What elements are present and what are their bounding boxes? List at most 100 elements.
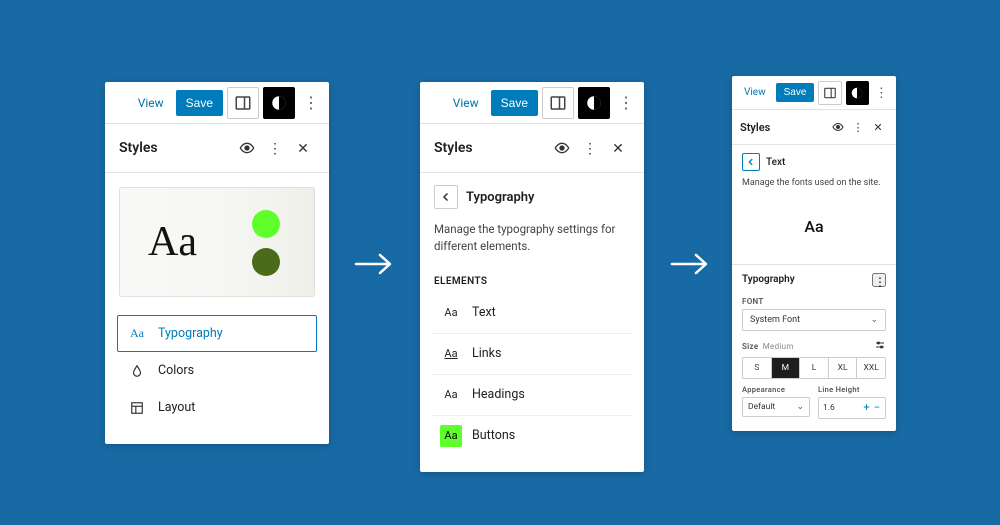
revisions-eye-icon[interactable]	[828, 117, 848, 137]
editor-topbar: View Save ⋮	[420, 82, 644, 124]
size-options: S M L XL XXL	[742, 357, 886, 379]
more-menu-icon[interactable]: ⋮	[873, 81, 890, 105]
styles-more-icon[interactable]: ⋮	[261, 134, 289, 162]
decrement-icon[interactable]: −	[873, 401, 881, 414]
nav-layout[interactable]: Layout	[117, 389, 317, 426]
appearance-label: Appearance	[742, 385, 810, 394]
text-swatch-icon: Aa	[440, 302, 462, 324]
nav-label: Colors	[158, 363, 194, 378]
size-label: Size	[742, 342, 758, 351]
styles-title: Styles	[434, 140, 548, 156]
size-option-xl[interactable]: XL	[829, 358, 858, 378]
nav-label: Layout	[158, 400, 195, 415]
size-option-m[interactable]: M	[772, 358, 801, 378]
styles-header: Styles ⋮ ✕	[105, 124, 329, 173]
preview-typography-sample: Aa	[148, 218, 197, 266]
appearance-value: Default	[748, 402, 775, 412]
breadcrumb: Text	[732, 145, 896, 173]
typography-icon: Aa	[128, 326, 146, 341]
preview-color-dot-secondary	[252, 248, 280, 276]
styles-panel-root: View Save ⋮ Styles ⋮ ✕ Aa Aa Typography …	[105, 82, 329, 444]
line-height-value: 1.6	[823, 403, 835, 413]
close-panel-icon[interactable]: ✕	[868, 117, 888, 137]
element-label: Text	[472, 305, 496, 320]
flow-arrow-icon	[354, 250, 394, 278]
size-option-l[interactable]: L	[800, 358, 829, 378]
element-label: Links	[472, 346, 501, 361]
breadcrumb-title: Typography	[466, 190, 535, 205]
element-label: Headings	[472, 387, 525, 402]
styles-header: Styles ⋮ ✕	[420, 124, 644, 173]
increment-icon[interactable]: +	[862, 401, 870, 414]
editor-topbar: View Save ⋮	[732, 76, 896, 110]
size-label-row: Size Medium	[732, 333, 896, 357]
styles-more-icon[interactable]: ⋮	[576, 134, 604, 162]
styles-contrast-icon[interactable]	[578, 87, 610, 119]
size-option-s[interactable]: S	[743, 358, 772, 378]
sidebar-toggle-icon[interactable]	[818, 81, 841, 105]
font-preview-sample: Aa	[732, 195, 896, 264]
breadcrumb: Typography	[420, 173, 644, 213]
element-label: Buttons	[472, 428, 515, 443]
size-option-xxl[interactable]: XXL	[857, 358, 885, 378]
size-current-name: Medium	[763, 342, 794, 351]
revisions-eye-icon[interactable]	[548, 134, 576, 162]
style-preview-card[interactable]: Aa	[119, 187, 315, 297]
layout-icon	[128, 401, 146, 415]
more-menu-icon[interactable]: ⋮	[614, 87, 638, 119]
styles-title: Styles	[740, 121, 828, 134]
nav-typography[interactable]: Aa Typography	[117, 315, 317, 352]
font-select-value: System Font	[750, 315, 800, 325]
font-select[interactable]: System Font ⌄	[742, 309, 886, 331]
styles-more-icon[interactable]: ⋮	[848, 117, 868, 137]
styles-panel-typography: View Save ⋮ Styles ⋮ ✕ Typography Manage…	[420, 82, 644, 472]
save-button[interactable]: Save	[491, 90, 538, 116]
line-height-input[interactable]: 1.6 + −	[818, 397, 886, 419]
close-panel-icon[interactable]: ✕	[604, 134, 632, 162]
element-links[interactable]: Aa Links	[432, 334, 632, 375]
font-label: Font	[732, 291, 896, 309]
more-menu-icon[interactable]: ⋮	[299, 87, 323, 119]
view-link[interactable]: View	[445, 90, 487, 116]
save-button[interactable]: Save	[176, 90, 223, 116]
links-swatch-icon: Aa	[440, 343, 462, 365]
preview-color-dot-primary	[252, 210, 280, 238]
typography-section-title: Typography	[742, 274, 795, 285]
text-description: Manage the fonts used on the site.	[732, 173, 896, 195]
sidebar-toggle-icon[interactable]	[227, 87, 259, 119]
nav-label: Typography	[158, 326, 223, 341]
nav-colors[interactable]: Colors	[117, 352, 317, 389]
revisions-eye-icon[interactable]	[233, 134, 261, 162]
styles-contrast-icon[interactable]	[263, 87, 295, 119]
element-text[interactable]: Aa Text	[432, 293, 632, 334]
view-link[interactable]: View	[130, 90, 172, 116]
typography-more-icon[interactable]: ⋮	[872, 273, 886, 287]
elements-list: Aa Text Aa Links Aa Headings Aa Buttons	[420, 293, 644, 472]
view-link[interactable]: View	[738, 83, 772, 102]
typography-description: Manage the typography settings for diffe…	[420, 213, 644, 262]
element-buttons[interactable]: Aa Buttons	[432, 416, 632, 456]
line-height-label: Line Height	[818, 385, 886, 394]
element-headings[interactable]: Aa Headings	[432, 375, 632, 416]
close-panel-icon[interactable]: ✕	[289, 134, 317, 162]
save-button[interactable]: Save	[776, 83, 815, 102]
sidebar-toggle-icon[interactable]	[542, 87, 574, 119]
elements-section-label: Elements	[420, 262, 644, 293]
appearance-select[interactable]: Default ⌄	[742, 397, 810, 417]
back-button[interactable]	[434, 185, 458, 209]
back-button[interactable]	[742, 153, 760, 171]
headings-swatch-icon: Aa	[440, 384, 462, 406]
styles-nav-list: Aa Typography Colors Layout	[105, 311, 329, 444]
typography-section-header: Typography ⋮	[732, 264, 896, 291]
chevron-down-icon: ⌄	[870, 315, 878, 325]
buttons-swatch-icon: Aa	[440, 425, 462, 447]
custom-size-toggle-icon[interactable]	[874, 339, 886, 354]
editor-topbar: View Save ⋮	[105, 82, 329, 124]
chevron-down-icon: ⌄	[796, 402, 804, 412]
styles-contrast-icon[interactable]	[846, 81, 869, 105]
styles-panel-text: View Save ⋮ Styles ⋮ ✕ Text Manage the f…	[732, 76, 896, 431]
appearance-lineheight-row: Appearance Default ⌄ Line Height 1.6 + −	[732, 379, 896, 431]
styles-header: Styles ⋮ ✕	[732, 110, 896, 145]
flow-arrow-icon	[670, 250, 710, 278]
styles-title: Styles	[119, 140, 233, 156]
